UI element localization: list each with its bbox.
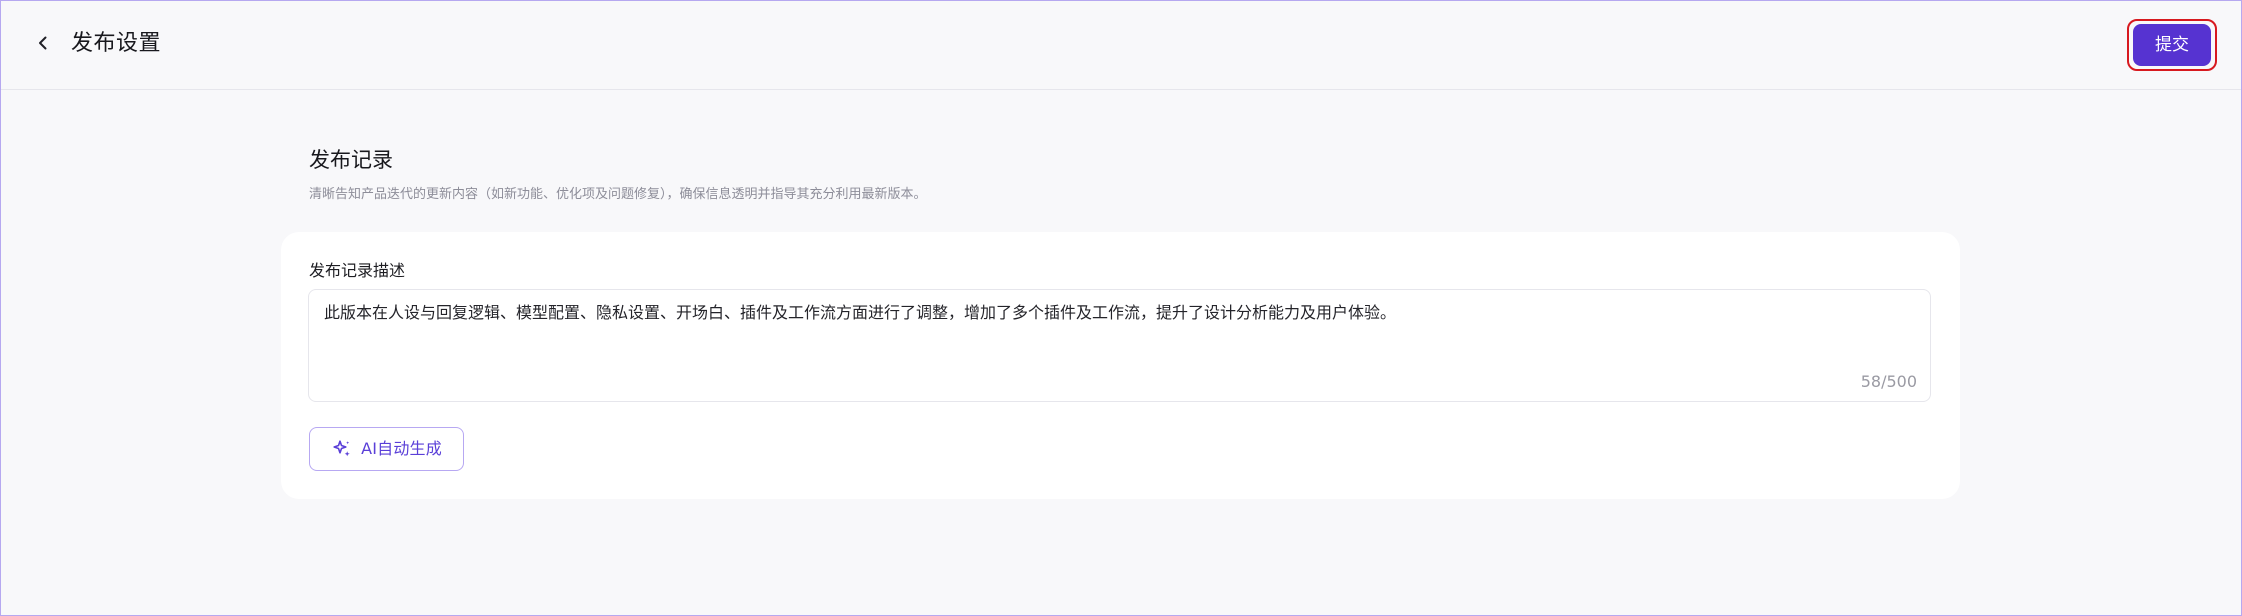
release-description-textarea[interactable]: 此版本在人设与回复逻辑、模型配置、隐私设置、开场白、插件及工作流方面进行了调整，… <box>308 289 1931 402</box>
page-title: 发布设置 <box>71 31 162 56</box>
release-record-card: 发布记录描述 此版本在人设与回复逻辑、模型配置、隐私设置、开场白、插件及工作流方… <box>281 232 1960 499</box>
chevron-left-icon <box>34 34 52 52</box>
release-description-value[interactable]: 此版本在人设与回复逻辑、模型配置、隐私设置、开场白、插件及工作流方面进行了调整，… <box>324 301 1914 325</box>
submit-button-focus-outline: 提交 <box>2127 19 2217 71</box>
release-description-label: 发布记录描述 <box>309 261 406 280</box>
header-bar: 发布设置 提交 <box>1 1 2241 90</box>
ai-auto-generate-label: AI自动生成 <box>361 439 442 458</box>
ai-auto-generate-button[interactable]: AI自动生成 <box>309 427 464 471</box>
character-counter: 58/500 <box>1860 372 1917 391</box>
release-record-description: 清晰告知产品迭代的更新内容（如新功能、优化项及问题修复），确保信息透明并指导其充… <box>309 187 927 202</box>
release-settings-window: 发布设置 提交 发布记录 清晰告知产品迭代的更新内容（如新功能、优化项及问题修复… <box>0 0 2242 616</box>
sparkles-icon <box>331 438 353 460</box>
submit-button[interactable]: 提交 <box>2133 24 2211 66</box>
back-button[interactable] <box>29 29 57 57</box>
release-record-title: 发布记录 <box>309 148 393 172</box>
